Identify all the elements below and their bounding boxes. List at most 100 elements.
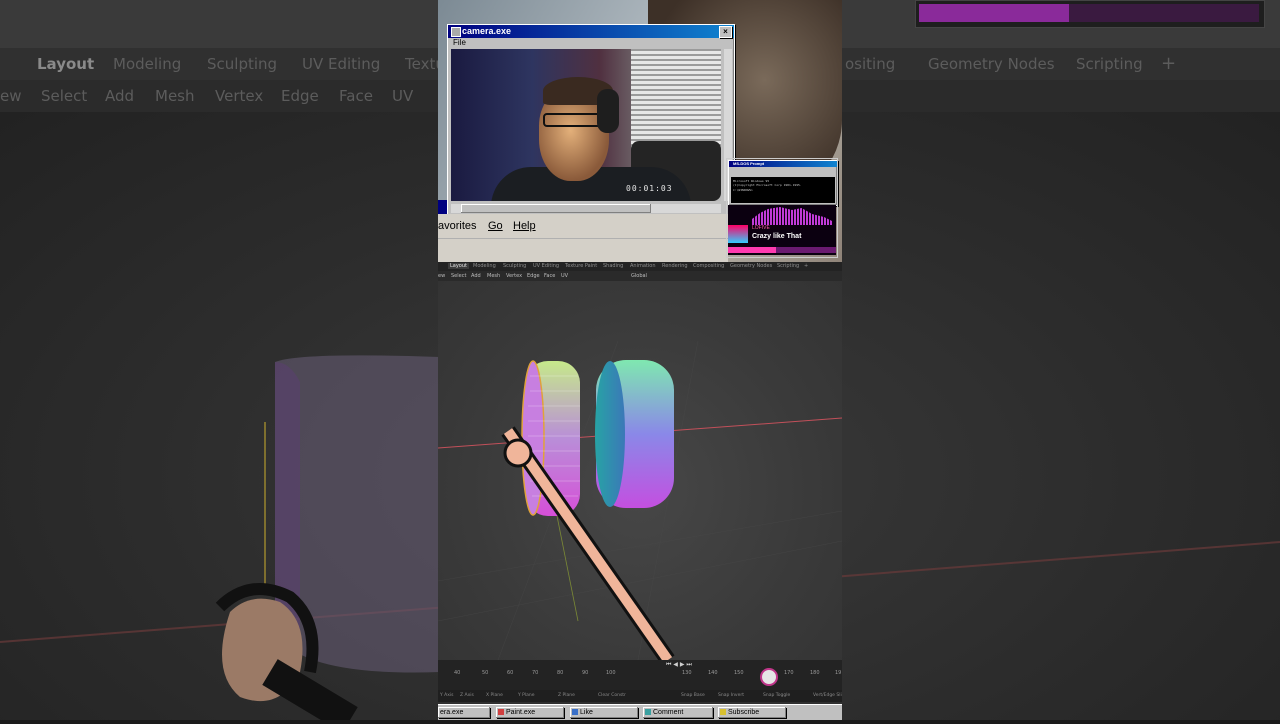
cylinder <box>595 360 674 508</box>
frame-150: 150 <box>734 670 744 676</box>
taskbar-subscribe-label: Subscribe <box>728 709 760 716</box>
tab-uv-editing[interactable]: UV Editing <box>533 263 559 269</box>
bg-menu-uv: UV <box>392 87 414 105</box>
paint-icon <box>498 709 504 715</box>
tab-modeling[interactable]: Modeling <box>473 263 496 269</box>
bg-tab-compositing: ositing <box>845 55 896 73</box>
background-volume-bar <box>915 0 1265 28</box>
frame-190: 19 <box>835 670 842 676</box>
tab-scripting[interactable]: Scripting <box>777 263 799 269</box>
menu-vertex[interactable]: Vertex <box>506 273 522 279</box>
dos-prompt-window[interactable]: MS-DOS Prompt Microsoft Windows 95 (C)Co… <box>728 160 838 206</box>
frame-70: 70 <box>532 670 539 676</box>
bg-bar-fill <box>919 4 1069 22</box>
taskbar-like[interactable]: Like <box>570 707 638 718</box>
taskbar-comment-label: Comment <box>653 709 684 716</box>
webcam-feed: 00:01:03 <box>451 49 721 201</box>
scrollbar-thumb[interactable] <box>461 204 651 213</box>
viewport-scene <box>438 340 842 660</box>
tab-geometry-nodes[interactable]: Geometry Nodes <box>730 263 772 269</box>
tab-shading[interactable]: Shading <box>603 263 623 269</box>
tab-texture-paint[interactable]: Texture Paint <box>565 263 597 269</box>
menu-go[interactable]: Go <box>488 220 503 232</box>
frame-180: 180 <box>810 670 820 676</box>
status-snap-invert: Snap Invert <box>718 693 744 698</box>
bg-bar-fill-dark <box>1069 4 1259 22</box>
menu-help[interactable]: Help <box>513 220 536 232</box>
menu-edge[interactable]: Edge <box>527 273 540 279</box>
status-x-plane: X Plane <box>486 693 503 698</box>
status-z-axis: Z Axis <box>460 693 474 698</box>
status-vert-edge-slide: Vert/Edge Sli <box>813 693 842 698</box>
headphones <box>597 89 619 133</box>
taskbar: era.exe Paint.exe Like Comment Subscribe <box>438 704 842 720</box>
menu-face[interactable]: Face <box>544 273 555 279</box>
tab-rendering[interactable]: Rendering <box>662 263 688 269</box>
status-z-plane: Z Plane <box>558 693 575 698</box>
track-progress-fill <box>728 247 776 253</box>
frame-60: 60 <box>507 670 514 676</box>
menu-view[interactable]: ew <box>438 273 445 279</box>
menu-mesh[interactable]: Mesh <box>487 273 500 279</box>
bg-add-tab-icon: + <box>1161 53 1177 74</box>
explorer-toolbar <box>438 238 728 263</box>
bg-menu-mesh: Mesh <box>155 87 195 105</box>
blender-header-menu: ew Select Add Mesh Vertex Edge Face UV G… <box>438 271 842 281</box>
frame-140: 140 <box>708 670 718 676</box>
camera-title: camera.exe <box>462 26 512 36</box>
blender-workspace-tabs: Layout Modeling Sculpting UV Editing Tex… <box>438 262 842 271</box>
subscribe-icon <box>720 709 726 715</box>
bg-menu-face: Face <box>339 87 373 105</box>
tab-layout[interactable]: Layout <box>448 263 469 269</box>
explorer-menu-bar: avorites Go Help <box>438 214 728 238</box>
tab-animation[interactable]: Animation <box>630 263 656 269</box>
bg-menu-select: Select <box>41 87 88 105</box>
track-progress-bar[interactable] <box>728 247 836 253</box>
add-workspace-icon[interactable]: + <box>804 263 808 269</box>
tab-compositing[interactable]: Compositing <box>693 263 724 269</box>
bg-tab-sculpting: Sculpting <box>207 55 278 73</box>
frame-80: 80 <box>557 670 564 676</box>
frame-100: 100 <box>606 670 616 676</box>
camera-menu-bar: File <box>448 38 734 48</box>
status-clear-constraints: Clear Constr <box>598 693 626 698</box>
video-timestamp: 00:01:03 <box>626 184 673 193</box>
taskbar-subscribe[interactable]: Subscribe <box>718 707 786 718</box>
taskbar-comment[interactable]: Comment <box>643 707 713 718</box>
tab-sculpting[interactable]: Sculpting <box>503 263 526 269</box>
album-art <box>728 225 748 243</box>
status-y-plane: Y Plane <box>518 693 535 698</box>
taskbar-camera-exe[interactable]: era.exe <box>438 707 490 718</box>
bg-tab-scripting: Scripting <box>1076 55 1143 73</box>
dos-line-3: C:\WINDOWS> <box>733 188 753 192</box>
playback-controls-icon[interactable]: ⏮ ◀ ▶ ⏭ <box>666 661 692 669</box>
dos-console: Microsoft Windows 95 (C)Copyright Micros… <box>731 177 835 203</box>
explorer-title-fragment <box>438 200 447 214</box>
dos-title[interactable]: MS-DOS Prompt <box>729 161 837 167</box>
menu-uv[interactable]: UV <box>561 273 568 279</box>
taskbar-paint-exe[interactable]: Paint.exe <box>496 707 564 718</box>
camera-window[interactable]: camera.exe × File 00:01:03 <box>447 24 735 216</box>
bg-menu-vertex: Vertex <box>215 87 264 105</box>
3d-viewport[interactable] <box>438 281 842 660</box>
frame-50: 50 <box>482 670 489 676</box>
menu-file[interactable]: File <box>453 38 466 47</box>
transform-orientation-select[interactable]: Global <box>631 273 647 279</box>
frame-130: 130 <box>682 670 692 676</box>
blender-window: Layout Modeling Sculpting UV Editing Tex… <box>438 262 842 720</box>
timeline[interactable]: 40 50 60 70 80 90 100 130 140 150 170 18… <box>438 660 842 690</box>
horizontal-scrollbar[interactable] <box>451 204 721 213</box>
glasses <box>543 113 605 127</box>
bg-menu-add: Add <box>105 87 135 105</box>
dos-line-2: (C)Copyright Microsoft Corp 1981-1995. <box>733 183 802 187</box>
camera-title-bar[interactable]: camera.exe × <box>448 25 734 38</box>
foreground-video-strip: camera.exe × File 00:01:03 avorites Go H… <box>438 0 842 720</box>
menu-favorites[interactable]: avorites <box>438 220 477 232</box>
menu-add[interactable]: Add <box>471 273 481 279</box>
close-icon[interactable]: × <box>719 26 732 38</box>
comment-icon <box>645 709 651 715</box>
menu-select[interactable]: Select <box>451 273 466 279</box>
status-y-axis: Y Axis <box>440 693 454 698</box>
status-snap-base: Snap Base <box>681 693 705 698</box>
bg-tab-modeling: Modeling <box>113 55 182 73</box>
